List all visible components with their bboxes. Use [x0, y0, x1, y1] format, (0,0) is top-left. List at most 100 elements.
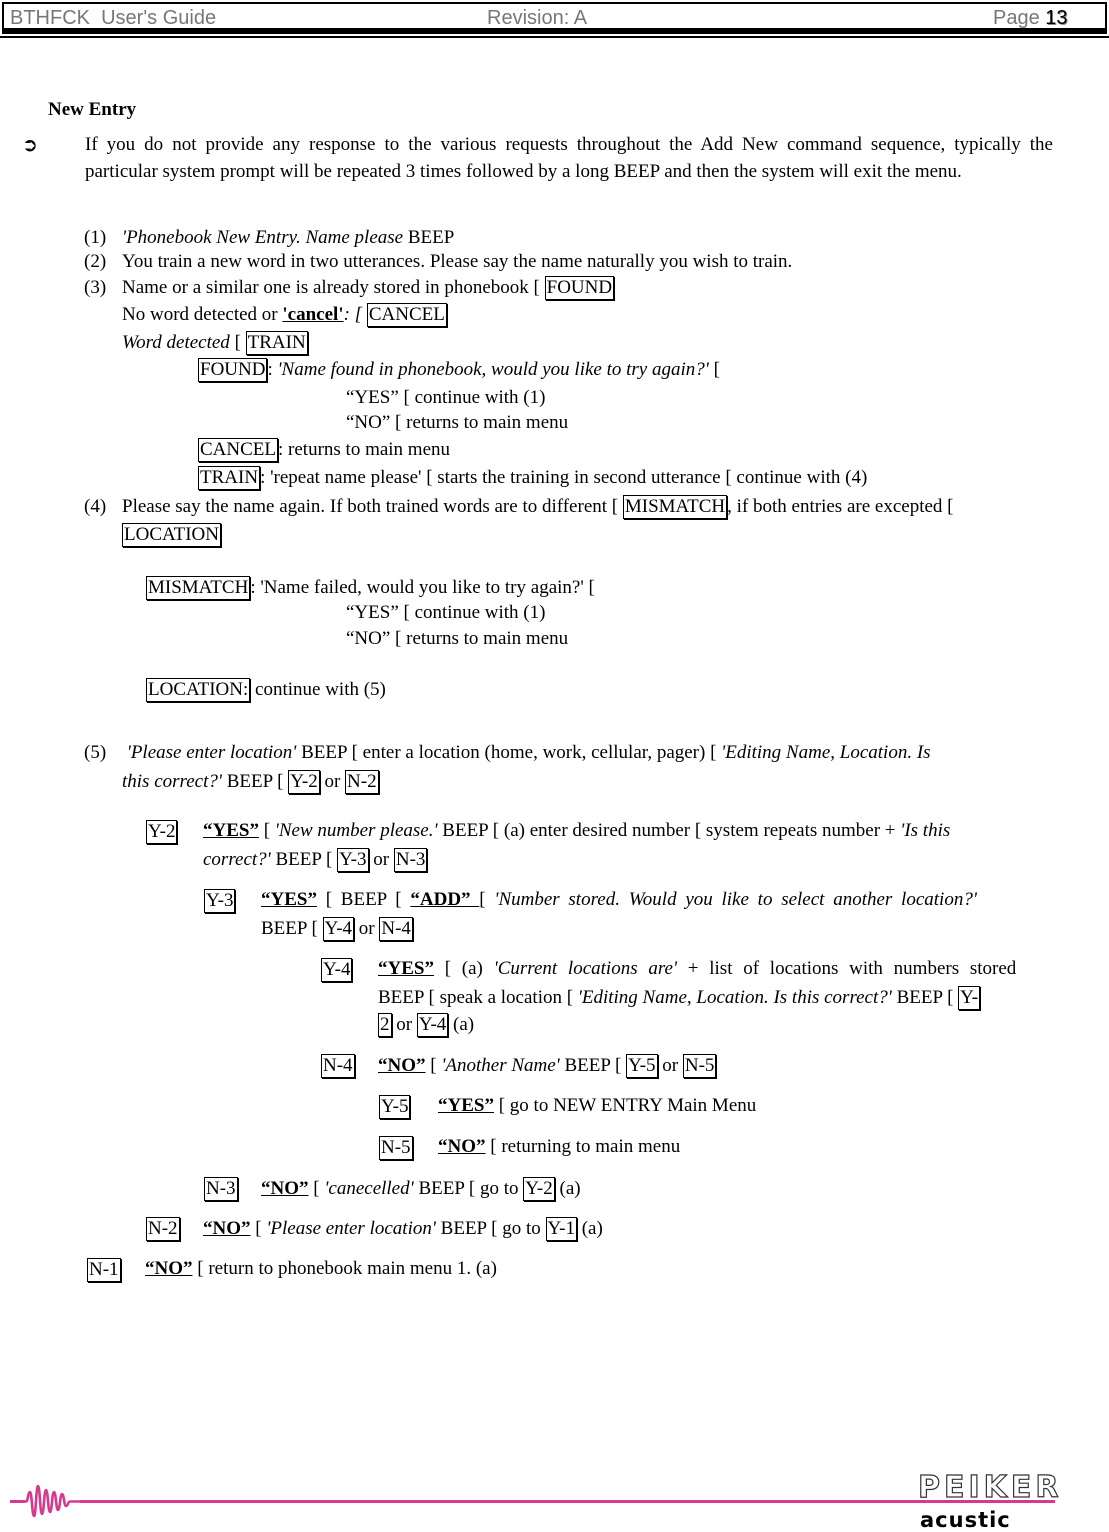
- cancel-tag: CANCEL: [198, 438, 278, 462]
- tag-y4: Y-4: [322, 917, 355, 941]
- prompt-text: 'Current locations are': [493, 958, 678, 979]
- step-text: [: [250, 1218, 267, 1239]
- answer-keyword: “YES”: [261, 889, 317, 910]
- step-text: [ BEEP [: [316, 889, 411, 910]
- step-number: (1): [84, 227, 107, 248]
- tag-y5: Y-5: [626, 1054, 658, 1078]
- step-5-cont: this correct?' BEEP [ Y-2 or N-2: [122, 770, 379, 794]
- prompt-text: 'Name found in phonebook, would you like…: [277, 359, 709, 380]
- step-3-cancel: No word detected or 'cancel': [ CANCEL: [122, 303, 447, 327]
- mismatch-tag: MISMATCH: [146, 576, 251, 600]
- step-text: You train a new word in two utterances. …: [122, 251, 793, 272]
- brand-logo: PEIKER: [917, 1469, 1063, 1505]
- prompt-text: 'Is this: [900, 820, 951, 841]
- step-text: Name or a similar one is already stored …: [122, 277, 545, 298]
- step-text: Word detected: [122, 332, 230, 353]
- tag-y2: 2: [378, 1013, 392, 1037]
- step-text: , if both entries are excepted [: [727, 496, 954, 517]
- step-4-location: LOCATION: [122, 523, 221, 547]
- answer-keyword: “NO”: [203, 1218, 251, 1239]
- mismatch-branch: MISMATCH: 'Name failed, would you like t…: [146, 576, 595, 600]
- answer-keyword: “NO”: [145, 1258, 193, 1279]
- prompt-text: 'Please enter location': [126, 742, 297, 763]
- page-number: 13: [1045, 7, 1068, 29]
- branch-y5: Y-5: [379, 1095, 411, 1119]
- branch-n1-text: “NO” [ return to phonebook main menu 1. …: [145, 1258, 497, 1280]
- step-text: No word detected or: [122, 304, 283, 325]
- branch-y4-cont2: 2 or Y-4 (a): [378, 1013, 474, 1037]
- arrow-right-circle-icon: ➲: [22, 134, 38, 156]
- step-number: (5): [84, 742, 107, 763]
- step-text: (a): [554, 1178, 581, 1199]
- cancel-branch: CANCEL: returns to main menu: [198, 438, 450, 462]
- prompt-text: 'Another Name': [441, 1055, 560, 1076]
- tag-y3: Y-3: [204, 889, 236, 913]
- branch-n3-text: “NO” [ 'canecelled' BEEP [ go to Y-2 (a): [261, 1177, 581, 1201]
- section-title: New Entry: [48, 99, 137, 120]
- step-text: [ (a): [433, 958, 494, 979]
- answer-keyword: “YES”: [378, 958, 434, 979]
- tag-n4: N-4: [321, 1054, 355, 1078]
- step-text: BEEP [: [261, 918, 323, 939]
- mismatch-tag: MISMATCH: [622, 495, 728, 519]
- page-number-label: Page 13: [993, 7, 1068, 30]
- step-text: BEEP [: [270, 849, 338, 870]
- step-text: (a): [448, 1014, 475, 1035]
- branch-n4: N-4: [321, 1054, 355, 1078]
- note-paragraph: If you do not provide any response to th…: [85, 134, 1053, 182]
- step-1: (1) 'Phonebook New Entry. Name please BEE…: [84, 227, 454, 249]
- step-text: BEEP [: [221, 771, 289, 792]
- step-text: : [: [343, 304, 367, 325]
- tag-y4: Y-4: [416, 1013, 449, 1037]
- step-text: [ returning to main menu: [485, 1136, 681, 1157]
- found-branch: FOUND: 'Name found in phonebook, would y…: [198, 358, 720, 382]
- step-number: (4): [84, 496, 107, 517]
- answer-keyword: “NO”: [261, 1178, 309, 1199]
- step-text: + list of locations with numbers stored: [677, 958, 1017, 979]
- step-text: : returns to main menu: [278, 439, 451, 460]
- page-header: BTHFCK User's Guide Revision: A Page 13: [2, 2, 1107, 34]
- branch-n2-text: “NO” [ 'Please enter location' BEEP [ go…: [203, 1217, 603, 1241]
- location-branch: LOCATION: continue with (5): [146, 678, 386, 702]
- branch-y3-text: “YES” [ BEEP [ “ADD” [ 'Number stored. W…: [261, 889, 977, 911]
- branch-n2: N-2: [146, 1217, 180, 1241]
- prompt-text: correct?': [203, 849, 271, 870]
- step-text: [: [479, 889, 495, 910]
- page-label: Page: [993, 7, 1046, 29]
- mismatch-no: “NO” [ returns to main menu: [346, 628, 569, 649]
- tag-y1: Y-1: [545, 1217, 577, 1241]
- location-tag: LOCATION: [122, 523, 221, 547]
- step-text: [: [708, 359, 720, 380]
- step-text: [: [425, 1055, 442, 1076]
- step-text: [: [229, 332, 246, 353]
- step-number: (3): [84, 277, 107, 298]
- step-2: (2) You train a new word in two utterance…: [84, 251, 792, 273]
- mismatch-yes: “YES” [ continue with (1): [346, 602, 546, 623]
- branch-y2-text: “YES” [ 'New number please.' BEEP [ (a) …: [203, 820, 950, 842]
- step-text: BEEP: [403, 227, 455, 248]
- prompt-text: 'canecelled': [324, 1178, 414, 1199]
- tag-n3: N-3: [393, 848, 428, 872]
- tag-n1: N-1: [87, 1258, 121, 1282]
- answer-keyword: “NO”: [378, 1055, 426, 1076]
- train-tag: TRAIN: [245, 331, 308, 355]
- step-text: [: [258, 820, 275, 841]
- cancel-tag: CANCEL: [366, 303, 447, 327]
- step-text: [ go to NEW ENTRY Main Menu: [493, 1095, 757, 1116]
- branch-n3: N-3: [204, 1177, 238, 1201]
- brand-subtitle: acustic: [920, 1508, 1011, 1532]
- step-text: [: [308, 1178, 325, 1199]
- tag-y2: Y-: [958, 986, 981, 1010]
- document-title: BTHFCK User's Guide: [10, 7, 217, 29]
- step-text: or: [391, 1014, 417, 1035]
- tag-n5: N-5: [682, 1054, 717, 1078]
- cancel-keyword: 'cancel': [282, 304, 344, 325]
- step-5: (5) 'Please enter location' BEEP [ enter…: [84, 742, 931, 764]
- step-text: [ return to phonebook main menu 1. (a): [192, 1258, 497, 1279]
- step-text: : 'repeat name please' [ starts the trai…: [260, 467, 868, 488]
- tag-n2: N-2: [146, 1217, 180, 1241]
- branch-n4-text: “NO” [ 'Another Name' BEEP [ Y-5 or N-5: [378, 1054, 717, 1078]
- tag-y2: Y-2: [288, 770, 320, 794]
- revision-label: Revision: A: [487, 7, 588, 29]
- tag-n4: N-4: [379, 917, 413, 941]
